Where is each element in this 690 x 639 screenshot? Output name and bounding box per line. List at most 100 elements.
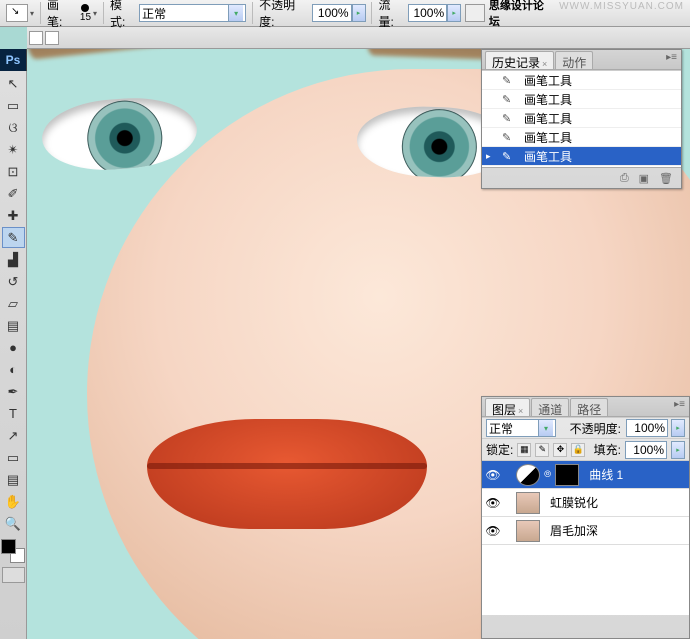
dodge-tool[interactable]: ◐ bbox=[2, 359, 25, 380]
panel-menu-icon[interactable]: ▸≡ bbox=[674, 399, 685, 410]
brush-icon: ✎ bbox=[502, 93, 518, 106]
brush-tool[interactable]: ✎ bbox=[2, 227, 25, 248]
color-swatch[interactable] bbox=[1, 539, 25, 563]
watermark: 思缘设计论坛 WWW.MISSYUAN.COM bbox=[489, 0, 684, 29]
brush-preset-picker[interactable]: 15 bbox=[80, 4, 91, 23]
menu-chip[interactable] bbox=[45, 31, 59, 45]
layer-blend-select[interactable]: 正常 ▾ bbox=[486, 419, 556, 437]
wand-tool[interactable]: ✴ bbox=[2, 139, 25, 160]
tool-preset-picker[interactable] bbox=[6, 4, 28, 22]
close-icon[interactable]: × bbox=[518, 406, 523, 416]
layer-name: 曲线 1 bbox=[589, 466, 623, 483]
history-footer: ⎙ ▣ 🗑 bbox=[482, 167, 681, 188]
history-item[interactable]: ✎画笔工具 bbox=[482, 109, 681, 128]
lock-transparent-icon[interactable]: ▦ bbox=[517, 443, 531, 457]
tool-preset-chevron-icon[interactable]: ▾ bbox=[30, 9, 34, 18]
notes-tool[interactable]: ▤ bbox=[2, 469, 25, 490]
layer-name: 眉毛加深 bbox=[550, 522, 598, 539]
crop-tool[interactable]: ⊡ bbox=[2, 161, 25, 182]
trash-icon[interactable]: 🗑 bbox=[659, 172, 673, 185]
layer-thumb-icon bbox=[516, 520, 540, 542]
brush-dot-icon bbox=[81, 4, 89, 12]
eyedropper-tool[interactable]: ✐ bbox=[2, 183, 25, 204]
layer-lock-row: 锁定: ▦ ✎ ✥ 🔒 填充: 100% ▸ bbox=[482, 439, 689, 461]
mask-thumb-icon bbox=[555, 464, 579, 486]
ps-logo: Ps bbox=[0, 49, 27, 71]
layers-panel: 图层× 通道 路径 ▸≡ 正常 ▾ 不透明度: 100% ▸ 锁定: ▦ ✎ ✥… bbox=[481, 396, 690, 639]
chevron-down-icon: ▾ bbox=[228, 5, 243, 21]
layer-blend-row: 正常 ▾ 不透明度: 100% ▸ bbox=[482, 417, 689, 439]
lock-position-icon[interactable]: ✥ bbox=[553, 443, 567, 457]
move-tool[interactable]: ↖ bbox=[2, 73, 25, 94]
shape-tool[interactable]: ▭ bbox=[2, 447, 25, 468]
fill-input[interactable]: 100% bbox=[625, 441, 667, 459]
lock-pixels-icon[interactable]: ✎ bbox=[535, 443, 549, 457]
close-icon[interactable]: × bbox=[542, 59, 547, 69]
opacity-label: 不透明度: bbox=[259, 0, 310, 30]
blend-mode-value: 正常 bbox=[142, 5, 166, 22]
history-item[interactable]: ▸✎画笔工具 bbox=[482, 147, 681, 166]
layer-opacity-stepper[interactable]: ▸ bbox=[671, 419, 685, 437]
tab-layers[interactable]: 图层× bbox=[485, 398, 530, 416]
brush-size-value: 15 bbox=[80, 12, 91, 23]
blur-tool[interactable]: ● bbox=[2, 337, 25, 358]
eraser-tool[interactable]: ▱ bbox=[2, 293, 25, 314]
marquee-tool[interactable]: ▭ bbox=[2, 95, 25, 116]
lock-all-icon[interactable]: 🔒 bbox=[571, 443, 585, 457]
mode-label: 模式: bbox=[110, 0, 137, 30]
type-tool[interactable]: T bbox=[2, 403, 25, 424]
brush-icon: ✎ bbox=[502, 112, 518, 125]
pen-tool[interactable]: ✒ bbox=[2, 381, 25, 402]
lasso-tool[interactable]: ଓ bbox=[2, 117, 25, 138]
layer-name: 虹膜锐化 bbox=[550, 494, 598, 511]
zoom-tool[interactable]: 🔍 bbox=[2, 513, 25, 534]
tab-actions[interactable]: 动作 bbox=[555, 51, 593, 69]
toolbox: ↖▭ଓ✴⊡✐✚✎▟↺▱▤●◐✒T↗▭▤✋🔍 bbox=[0, 71, 27, 639]
brush-label: 画笔: bbox=[47, 0, 74, 30]
link-icon: ⦾ bbox=[544, 469, 551, 480]
stamp-tool[interactable]: ▟ bbox=[2, 249, 25, 270]
visibility-toggle[interactable]: 👁 bbox=[484, 524, 502, 538]
panel-menu-icon[interactable]: ▸≡ bbox=[666, 52, 677, 63]
menu-chip[interactable] bbox=[29, 31, 43, 45]
tab-channels[interactable]: 通道 bbox=[531, 398, 569, 416]
brush-icon: ✎ bbox=[502, 74, 518, 87]
flow-stepper[interactable]: ▸ bbox=[447, 4, 461, 22]
chevron-down-icon: ▾ bbox=[538, 420, 553, 436]
gradient-tool[interactable]: ▤ bbox=[2, 315, 25, 336]
layer-opacity-input[interactable]: 100% bbox=[626, 419, 668, 437]
menu-strip bbox=[27, 27, 690, 49]
new-snapshot-icon[interactable]: ⎙ bbox=[620, 172, 629, 185]
layer-row[interactable]: 👁 ⦾ 曲线 1 bbox=[482, 461, 689, 489]
brush-picker-chevron-icon[interactable]: ▾ bbox=[93, 9, 97, 18]
airbrush-toggle[interactable] bbox=[465, 4, 485, 22]
tab-history[interactable]: 历史记录× bbox=[485, 51, 554, 69]
layer-row[interactable]: 👁 虹膜锐化 bbox=[482, 489, 689, 517]
visibility-toggle[interactable]: 👁 bbox=[484, 496, 502, 510]
history-panel: 历史记录× 动作 ▸≡ ✎画笔工具✎画笔工具✎画笔工具✎画笔工具▸✎画笔工具 ⎙… bbox=[481, 49, 682, 189]
opacity-input[interactable]: 100% bbox=[312, 4, 352, 22]
flow-input[interactable]: 100% bbox=[408, 4, 448, 22]
lock-label: 锁定: bbox=[486, 441, 513, 458]
visibility-toggle[interactable]: 👁 bbox=[484, 468, 502, 482]
history-item[interactable]: ✎画笔工具 bbox=[482, 128, 681, 147]
path-select-tool[interactable]: ↗ bbox=[2, 425, 25, 446]
history-brush-tool[interactable]: ↺ bbox=[2, 271, 25, 292]
new-document-icon[interactable]: ▣ bbox=[639, 172, 649, 185]
layer-row[interactable]: 👁 眉毛加深 bbox=[482, 517, 689, 545]
opacity-stepper[interactable]: ▸ bbox=[352, 4, 366, 22]
history-item[interactable]: ✎画笔工具 bbox=[482, 90, 681, 109]
layer-opacity-label: 不透明度: bbox=[570, 420, 621, 437]
history-list: ✎画笔工具✎画笔工具✎画笔工具✎画笔工具▸✎画笔工具 bbox=[482, 70, 681, 167]
tab-paths[interactable]: 路径 bbox=[570, 398, 608, 416]
options-bar: ▾ 画笔: 15 ▾ 模式: 正常 ▾ 不透明度: 100% ▸ 流量: 100… bbox=[0, 0, 690, 27]
blend-mode-select[interactable]: 正常 ▾ bbox=[139, 4, 246, 22]
healing-tool[interactable]: ✚ bbox=[2, 205, 25, 226]
history-item[interactable]: ✎画笔工具 bbox=[482, 71, 681, 90]
fill-label: 填充: bbox=[594, 441, 621, 458]
quickmask-toggle[interactable] bbox=[2, 567, 25, 583]
hand-tool[interactable]: ✋ bbox=[2, 491, 25, 512]
flow-label: 流量: bbox=[378, 0, 405, 30]
layer-thumb-icon bbox=[516, 492, 540, 514]
fill-stepper[interactable]: ▸ bbox=[671, 441, 685, 459]
